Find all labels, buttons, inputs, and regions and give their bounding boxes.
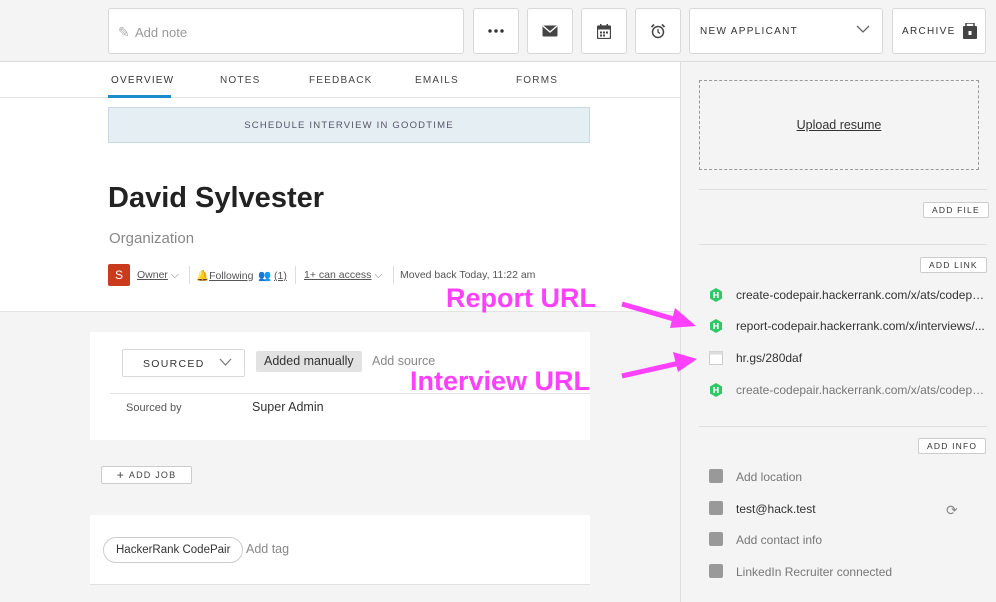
reminder-button[interactable] bbox=[635, 8, 681, 54]
calendar-button[interactable] bbox=[581, 8, 627, 54]
candidate-meta-row: S Owner ⌵ 🔔Following 👥 (1) 1+ can access… bbox=[108, 264, 588, 286]
main-panel: OVERVIEW NOTES FEEDBACK EMAILS FORMS SCH… bbox=[0, 62, 680, 602]
add-job-button[interactable]: + ADD JOB bbox=[101, 466, 192, 484]
more-button[interactable] bbox=[473, 8, 519, 54]
email-value: test@hack.test bbox=[736, 502, 816, 516]
link-text: create-codepair.hackerrank.com/x/ats/cod… bbox=[736, 288, 986, 302]
hackerrank-icon: H bbox=[710, 383, 722, 397]
source-stage-label: SOURCED bbox=[143, 358, 205, 370]
email-row[interactable]: test@hack.test ⟳ bbox=[709, 500, 989, 518]
add-note-input[interactable] bbox=[135, 22, 455, 42]
tab-forms[interactable]: FORMS bbox=[516, 75, 558, 86]
divider bbox=[393, 266, 394, 284]
sourced-by-label: Sourced by bbox=[126, 402, 182, 414]
followers-count-label: (1) bbox=[274, 270, 287, 282]
tab-feedback[interactable]: FEEDBACK bbox=[309, 75, 373, 86]
sourced-by-value: Super Admin bbox=[252, 400, 324, 414]
tab-emails[interactable]: EMAILS bbox=[415, 75, 459, 86]
owner-label: Owner bbox=[137, 269, 168, 281]
upload-resume-dropzone[interactable]: Upload resume bbox=[699, 80, 979, 170]
tag-pill[interactable]: HackerRank CodePair bbox=[103, 537, 244, 563]
link-text: hr.gs/280daf bbox=[736, 351, 803, 365]
tags-card: HackerRank CodePair Add tag bbox=[90, 515, 590, 585]
bell-icon: 🔔 bbox=[196, 270, 210, 282]
add-file-button[interactable]: ADD FILE bbox=[923, 202, 989, 218]
chevron-down-icon bbox=[219, 358, 232, 366]
chevron-down-icon bbox=[856, 25, 870, 33]
link-item[interactable]: hr.gs/280daf bbox=[709, 349, 989, 367]
divider bbox=[189, 266, 190, 284]
pencil-icon: ✎ bbox=[118, 24, 130, 40]
linkedin-row[interactable]: LinkedIn Recruiter connected bbox=[709, 563, 989, 581]
tab-bar: OVERVIEW NOTES FEEDBACK EMAILS FORMS bbox=[0, 62, 680, 98]
moved-status: Moved back Today, 11:22 am bbox=[400, 269, 536, 281]
following-toggle[interactable]: 🔔Following bbox=[196, 269, 253, 282]
link-item[interactable]: H report-codepair.hackerrank.com/x/inter… bbox=[709, 317, 989, 335]
avatar[interactable]: S bbox=[108, 264, 130, 286]
divider bbox=[699, 426, 987, 427]
add-job-label: ADD JOB bbox=[128, 470, 177, 480]
candidate-organization[interactable]: Organization bbox=[109, 230, 194, 247]
interview-url-annotation: Interview URL bbox=[410, 366, 591, 396]
top-toolbar: ✎ NEW APPLICANT ARCHIVE bbox=[0, 0, 996, 62]
svg-text:H: H bbox=[713, 322, 720, 331]
email-button[interactable] bbox=[527, 8, 573, 54]
add-info-button[interactable]: ADD INFO bbox=[918, 438, 987, 454]
add-note-field[interactable]: ✎ bbox=[108, 8, 464, 54]
add-tag-link[interactable]: Add tag bbox=[246, 542, 289, 556]
alarm-icon bbox=[650, 23, 666, 39]
side-panel: Upload resume ADD FILE ADD LINK H create… bbox=[680, 62, 996, 602]
chevron-down-icon: ⌵ bbox=[170, 269, 179, 281]
divider bbox=[295, 266, 296, 284]
archive-icon bbox=[963, 23, 977, 39]
contact-row[interactable]: Add contact info bbox=[709, 531, 989, 549]
link-item[interactable]: H create-codepair.hackerrank.com/x/ats/c… bbox=[709, 286, 989, 304]
location-row[interactable]: Add location bbox=[709, 468, 989, 486]
add-location-label: Add location bbox=[736, 470, 803, 484]
schedule-interview-button[interactable]: SCHEDULE INTERVIEW IN GOODTIME bbox=[108, 107, 590, 143]
page-icon bbox=[709, 351, 723, 365]
plus-icon: + bbox=[116, 468, 125, 482]
email-icon bbox=[542, 25, 558, 37]
followers-count[interactable]: 👥 (1) bbox=[258, 269, 287, 282]
email-icon bbox=[709, 501, 723, 515]
tab-overview[interactable]: OVERVIEW bbox=[111, 75, 174, 86]
access-label: 1+ can access bbox=[304, 269, 372, 281]
svg-text:H: H bbox=[713, 291, 720, 300]
phone-icon bbox=[709, 532, 723, 546]
location-icon bbox=[709, 469, 723, 483]
linkedin-label: LinkedIn Recruiter connected bbox=[736, 565, 893, 579]
candidate-name: David Sylvester bbox=[108, 182, 325, 214]
owner-dropdown[interactable]: Owner ⌵ bbox=[137, 269, 179, 282]
report-url-annotation: Report URL bbox=[446, 283, 596, 313]
add-link-button[interactable]: ADD LINK bbox=[920, 257, 987, 273]
following-label: Following bbox=[209, 270, 254, 282]
sync-icon[interactable]: ⟳ bbox=[946, 502, 958, 519]
link-text: report-codepair.hackerrank.com/x/intervi… bbox=[736, 319, 985, 333]
chevron-down-icon: ⌵ bbox=[374, 269, 383, 281]
link-text: create-codepair.hackerrank.com/x/ats/cod… bbox=[736, 383, 986, 397]
stage-select[interactable]: NEW APPLICANT bbox=[689, 8, 883, 54]
more-icon bbox=[488, 29, 504, 33]
add-contact-label: Add contact info bbox=[736, 533, 823, 547]
svg-text:H: H bbox=[713, 386, 720, 395]
archive-label: ARCHIVE bbox=[902, 26, 956, 37]
linkedin-icon bbox=[709, 564, 723, 578]
people-icon: 👥 bbox=[258, 270, 272, 282]
divider bbox=[699, 244, 987, 245]
divider bbox=[699, 189, 987, 190]
link-item[interactable]: H create-codepair.hackerrank.com/x/ats/c… bbox=[709, 381, 989, 399]
added-manually-badge: Added manually bbox=[256, 351, 362, 372]
hackerrank-icon: H bbox=[710, 319, 722, 333]
tab-notes[interactable]: NOTES bbox=[220, 75, 260, 86]
archive-button[interactable]: ARCHIVE bbox=[892, 8, 986, 54]
access-dropdown[interactable]: 1+ can access ⌵ bbox=[304, 269, 382, 282]
source-stage-select[interactable]: SOURCED bbox=[122, 349, 245, 377]
calendar-icon bbox=[597, 23, 611, 39]
hackerrank-icon: H bbox=[710, 288, 722, 302]
active-tab-indicator bbox=[108, 95, 171, 98]
stage-label: NEW APPLICANT bbox=[700, 26, 799, 37]
